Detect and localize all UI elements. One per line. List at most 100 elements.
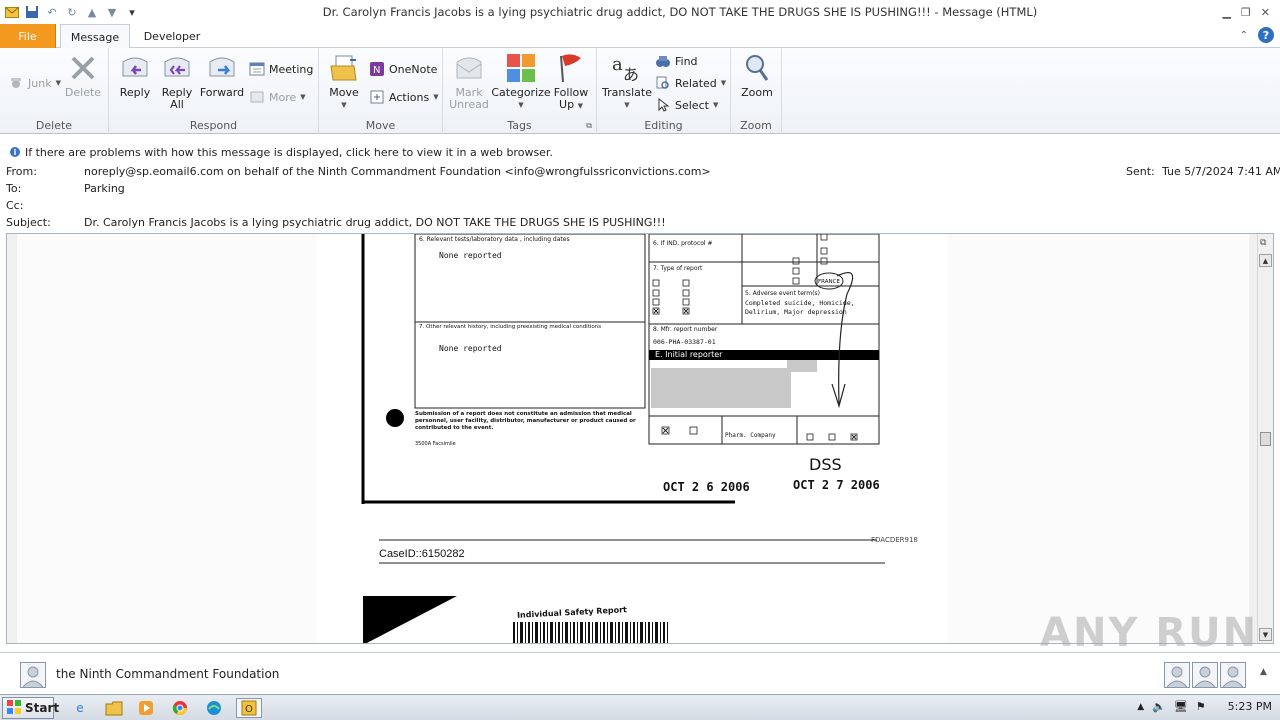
network-icon[interactable]: 🖥: [1174, 700, 1188, 713]
mark-unread-icon: [453, 52, 485, 84]
junk-button[interactable]: Junk ▼: [8, 74, 61, 92]
translate-button[interactable]: aあ Translate ▼: [601, 52, 653, 111]
minimize-icon[interactable]: ▁: [1222, 6, 1230, 19]
junk-icon: [8, 75, 24, 91]
follow-up-button[interactable]: Follow Up ▼: [551, 52, 591, 112]
customize-qat-icon[interactable]: ▾: [124, 4, 140, 20]
find-button[interactable]: Find: [655, 52, 698, 70]
scan-adverse-label: 5. Adverse event term(s): [745, 290, 820, 297]
from-value[interactable]: noreply@sp.eomail6.com on behalf of the …: [84, 165, 711, 178]
group-label-delete: Delete: [35, 119, 73, 132]
scan-ind-label: 6. If IND, protocol #: [653, 240, 713, 247]
volume-icon[interactable]: 🔈: [1152, 700, 1166, 713]
onenote-button[interactable]: N OneNote: [369, 60, 437, 78]
previous-item-icon[interactable]: ▲: [84, 4, 100, 20]
select-cursor-icon: [655, 97, 671, 113]
outlook-envelope-icon: [4, 4, 20, 20]
help-icon[interactable]: ?: [1258, 27, 1274, 43]
forward-button[interactable]: Forward: [199, 52, 245, 99]
watermark-logo: ANY RUN: [1040, 610, 1259, 656]
scanned-form-lines: [361, 234, 885, 643]
scroll-thumb[interactable]: [1260, 432, 1271, 446]
start-button[interactable]: Start: [2, 697, 59, 719]
undo-icon[interactable]: ↶: [44, 4, 60, 20]
svg-text:あ: あ: [623, 65, 639, 84]
clock[interactable]: 5:23 PM: [1228, 700, 1272, 713]
group-respond: Reply Reply All Forward Meeting More ▼ Re…: [109, 48, 319, 134]
tags-dialog-launcher-icon[interactable]: ⧉: [586, 121, 592, 131]
more-button[interactable]: More ▼: [249, 88, 306, 106]
categorize-button[interactable]: Categorize ▼: [491, 52, 551, 111]
next-item-icon[interactable]: ▼: [104, 4, 120, 20]
reply-all-button[interactable]: Reply All: [157, 52, 197, 111]
group-label-editing: Editing: [644, 119, 683, 132]
svg-text:O: O: [245, 704, 253, 715]
ribbon-tabs: File Message Developer ⌃ ?: [0, 24, 1280, 49]
group-label-move: Move: [365, 119, 396, 132]
scroll-up-arrow[interactable]: ▲: [1259, 254, 1272, 267]
message-body[interactable]: 6. Relevant tests/laboratory data , incl…: [6, 233, 1274, 644]
scan-facsimile: 3500A Facsimile: [415, 441, 456, 447]
collapse-ribbon-icon[interactable]: ⌃: [1240, 30, 1248, 41]
scan-none-reported-1: None reported: [439, 251, 502, 260]
message-vertical-scrollbar[interactable]: ⧉ ▲ ▼: [1257, 234, 1273, 643]
group-label-zoom: Zoom: [740, 119, 772, 132]
scan-lab-label: 6. Relevant tests/laboratory data , incl…: [419, 236, 570, 243]
sender-avatar[interactable]: [20, 662, 46, 688]
contact-avatar-3[interactable]: [1220, 662, 1246, 688]
delete-button[interactable]: Delete: [64, 52, 102, 99]
group-move: Move ▼ N OneNote Actions ▼ Move: [319, 48, 443, 134]
header-cc: Cc:: [6, 199, 24, 212]
info-bar-text[interactable]: If there are problems with how this mess…: [25, 146, 553, 159]
group-tags: Mark Unread Categorize ▼ Follow Up ▼ Tag…: [443, 48, 597, 134]
save-icon[interactable]: [24, 4, 40, 20]
related-button[interactable]: Related ▼: [655, 74, 726, 92]
action-center-flag-icon[interactable]: ⚑: [1196, 700, 1206, 713]
scroll-down-arrow[interactable]: ▼: [1259, 628, 1272, 641]
tab-message[interactable]: Message: [60, 24, 130, 49]
internet-explorer-icon[interactable]: e: [70, 698, 90, 718]
scan-date-stamp-2: OCT 2 7 2006: [793, 478, 880, 492]
scan-initial-reporter: E. Initial reporter: [655, 350, 723, 359]
move-button[interactable]: Move ▼: [325, 52, 363, 111]
meeting-icon: [249, 61, 265, 77]
edge-icon[interactable]: [204, 698, 224, 718]
reply-button[interactable]: Reply: [115, 52, 155, 99]
redo-icon[interactable]: ↻: [64, 4, 80, 20]
restore-icon[interactable]: ❐: [1241, 6, 1251, 19]
scan-france: FRANCE: [818, 279, 840, 285]
close-icon[interactable]: ✕: [1261, 6, 1270, 19]
to-value[interactable]: Parking: [84, 182, 125, 195]
group-label-respond: Respond: [189, 119, 238, 132]
group-delete: Junk ▼ Delete Delete: [0, 48, 109, 134]
tab-developer[interactable]: Developer: [136, 24, 208, 48]
zoom-button[interactable]: Zoom: [737, 52, 777, 99]
tab-file[interactable]: File: [0, 24, 56, 48]
file-explorer-icon[interactable]: [104, 698, 124, 718]
contact-avatar-2[interactable]: [1192, 662, 1218, 688]
contact-avatar-1[interactable]: [1164, 662, 1190, 688]
scan-mfr-label: 8. Mfr. report number: [653, 326, 718, 333]
people-pane-sender-name[interactable]: the Ninth Commandment Foundation: [56, 667, 279, 681]
meeting-button[interactable]: Meeting: [249, 60, 313, 78]
svg-text:a: a: [612, 54, 623, 75]
forward-icon: [206, 52, 238, 84]
header-to: To: Parking: [6, 182, 125, 195]
scan-type-label: 7. Type of report: [653, 265, 703, 272]
expand-people-pane-icon[interactable]: ▲: [1260, 667, 1267, 677]
translate-icon: aあ: [611, 52, 643, 84]
info-bar[interactable]: i If there are problems with how this me…: [0, 144, 1280, 160]
scan-case-id: CaseID::6150282: [379, 548, 465, 560]
header-subject: Subject: Dr. Carolyn Francis Jacobs is a…: [6, 216, 666, 229]
actions-button[interactable]: Actions ▼: [369, 88, 439, 106]
reading-pane-options-icon[interactable]: ⧉: [1260, 238, 1266, 248]
reply-all-icon: [161, 52, 193, 84]
media-player-icon[interactable]: [136, 698, 156, 718]
outlook-taskbar-icon[interactable]: O: [236, 698, 262, 718]
message-body-inner: 6. Relevant tests/laboratory data , incl…: [17, 234, 1249, 643]
select-button[interactable]: Select ▼: [655, 96, 718, 114]
mark-unread-button[interactable]: Mark Unread: [447, 52, 491, 111]
tray-expand-icon[interactable]: ▲: [1137, 702, 1144, 712]
chrome-icon[interactable]: [170, 698, 190, 718]
title-bar: ↶ ↻ ▲ ▼ ▾ Dr. Carolyn Francis Jacobs is …: [0, 0, 1280, 24]
